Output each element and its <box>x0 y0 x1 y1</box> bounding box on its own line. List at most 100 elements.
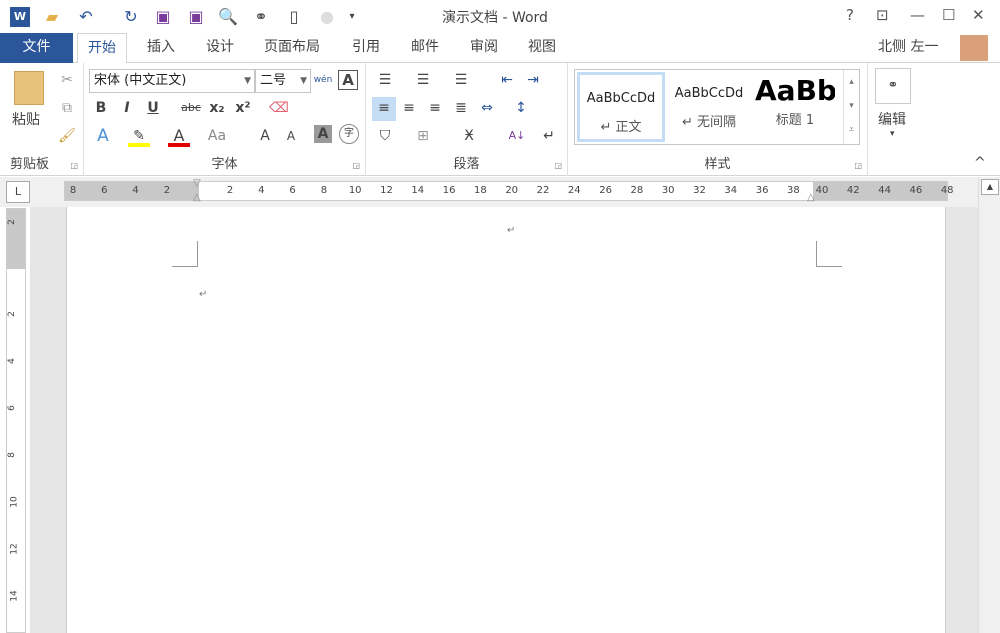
tab-review[interactable]: 审阅 <box>460 33 508 63</box>
help-button[interactable]: ? <box>846 6 854 24</box>
numbering-icon[interactable]: ☰ <box>412 69 434 91</box>
copy-icon[interactable]: ⧉ <box>56 97 78 119</box>
paste-icon[interactable] <box>14 71 44 105</box>
window-title: 演示文档 - Word <box>442 10 548 26</box>
chinese-layout-icon[interactable]: Ӿ <box>458 125 480 147</box>
user-name[interactable]: 北侧 左一 <box>868 33 948 63</box>
tab-design[interactable]: 设计 <box>196 33 244 63</box>
decrease-indent-icon[interactable]: ⇤ <box>496 69 518 91</box>
ruler-tick: 48 <box>940 185 954 196</box>
multilevel-list-icon[interactable]: ☰ <box>450 69 472 91</box>
change-case-button[interactable]: Aa <box>206 125 228 147</box>
document-page[interactable]: ↵ ↵ <box>66 207 946 633</box>
style-no-spacing[interactable]: AaBbCcDd ↵ 无间隔 <box>665 70 753 144</box>
open-folder-icon[interactable]: ▰ <box>42 7 62 27</box>
highlight-icon[interactable]: ✎ <box>128 125 150 147</box>
dialog-launcher-icon[interactable]: ◲ <box>854 161 862 170</box>
phonetic-guide-button[interactable]: wén <box>312 69 334 91</box>
ruler-tick: 6 <box>6 405 17 411</box>
save-icon[interactable]: ▣ <box>153 7 173 27</box>
borders-icon[interactable]: ⊞ <box>412 125 434 147</box>
ruler-tick: 2 <box>226 185 234 196</box>
close-icon[interactable]: ✕ <box>972 6 985 24</box>
find-binoculars-icon[interactable]: ⚭ <box>251 7 271 27</box>
save-as-icon[interactable]: ▣ <box>186 7 206 27</box>
distributed-icon[interactable]: ⇔ <box>476 97 498 119</box>
horizontal-ruler[interactable]: 8 6 4 2 2 4 6 8 10 12 14 16 18 20 22 24 26 28 30 32 34 36 38 40… <box>64 178 954 203</box>
left-indent-marker[interactable]: △ <box>193 192 201 203</box>
tab-home[interactable]: 开始 <box>77 33 127 64</box>
tab-references[interactable]: 引用 <box>342 33 390 63</box>
grow-font-button[interactable]: A <box>254 125 276 147</box>
underline-button[interactable]: U <box>142 97 164 119</box>
font-size-value: 二号 <box>260 73 287 88</box>
char-border-button[interactable]: A <box>338 70 358 90</box>
ruler-tick: 2 <box>163 185 171 196</box>
new-document-icon[interactable]: ▯ <box>284 7 304 27</box>
paragraph-mark[interactable]: ↵ <box>199 289 207 300</box>
shrink-font-button[interactable]: A <box>280 125 302 147</box>
editing-button[interactable]: 编辑 <box>878 109 906 129</box>
show-marks-icon[interactable]: ↵ <box>538 125 560 147</box>
maximize-icon[interactable]: ☐ <box>942 6 955 24</box>
right-indent-marker[interactable]: △ <box>807 192 815 203</box>
vertical-scrollbar[interactable]: ▲ <box>978 177 1000 633</box>
align-right-icon[interactable]: ≡ <box>424 97 446 119</box>
tab-insert[interactable]: 插入 <box>137 33 185 63</box>
align-center-icon[interactable]: ≡ <box>398 97 420 119</box>
shading-icon[interactable]: ⛉ <box>374 125 396 147</box>
collapse-ribbon-icon[interactable]: ^ <box>974 155 986 171</box>
paste-button[interactable]: 粘贴 <box>12 109 40 129</box>
subscript-button[interactable]: x₂ <box>206 97 228 119</box>
bullets-icon[interactable]: ☰ <box>374 69 396 91</box>
style-normal[interactable]: AaBbCcDd ↵ 正文 <box>577 72 665 142</box>
justify-icon[interactable]: ≣ <box>450 97 472 119</box>
paragraph-label: 段落 <box>453 157 480 172</box>
scroll-up-icon[interactable]: ▲ <box>981 179 999 195</box>
enclose-chars-button[interactable]: 字 <box>339 124 359 144</box>
superscript-button[interactable]: x² <box>232 97 254 119</box>
redo-icon[interactable]: ↻ <box>121 7 141 27</box>
format-painter-icon[interactable]: 🖌 <box>56 125 78 147</box>
strikethrough-button[interactable]: abc <box>178 97 204 119</box>
dialog-launcher-icon[interactable]: ◲ <box>70 161 78 170</box>
ruler-tick: 30 <box>661 185 675 196</box>
font-size-select[interactable]: 二号 ▼ <box>255 69 311 93</box>
find-binoculars-icon[interactable]: ⚭ <box>875 68 911 104</box>
customize-toolbar-icon[interactable]: ▾ <box>342 7 362 27</box>
vertical-ruler[interactable]: 2 2 4 6 8 10 12 14 <box>6 208 26 633</box>
font-color-button[interactable]: A <box>168 125 190 147</box>
chevron-down-icon[interactable]: ▾ <box>890 129 895 139</box>
dialog-launcher-icon[interactable]: ◲ <box>554 161 562 170</box>
tab-selector[interactable]: L <box>6 181 30 203</box>
ruler-tick: 10 <box>9 496 20 508</box>
ruler-tick: 4 <box>132 185 139 196</box>
sort-icon[interactable]: A↓ <box>506 125 528 147</box>
clear-formatting-icon[interactable]: ⌫ <box>268 97 290 119</box>
minimize-icon[interactable]: — <box>910 6 925 24</box>
tab-file[interactable]: 文件 <box>0 33 73 63</box>
align-left-icon[interactable]: ≡ <box>372 97 396 121</box>
increase-indent-icon[interactable]: ⇥ <box>522 69 544 91</box>
avatar[interactable] <box>960 35 988 61</box>
undo-icon[interactable]: ↶ <box>76 7 96 27</box>
print-preview-icon[interactable]: 🔍 <box>218 7 238 27</box>
char-shading-button[interactable]: A <box>314 125 332 143</box>
first-line-indent-marker[interactable]: ▽ <box>193 178 201 189</box>
style-heading-1[interactable]: AaBb 标题 1 <box>755 70 835 144</box>
ruler-tick: 8 <box>69 185 77 196</box>
dialog-launcher-icon[interactable]: ◲ <box>352 161 360 170</box>
italic-button[interactable]: I <box>116 97 138 119</box>
ribbon-display-icon[interactable]: ⊡ <box>876 6 889 24</box>
cut-icon[interactable]: ✂ <box>56 69 78 91</box>
font-name-select[interactable]: 宋体 (中文正文) ▼ <box>89 69 255 93</box>
ruler-tick: 12 <box>9 543 20 555</box>
tab-layout[interactable]: 页面布局 <box>254 33 330 63</box>
bold-button[interactable]: B <box>90 97 112 119</box>
text-effects-button[interactable]: A <box>92 125 114 147</box>
circle-icon[interactable]: ● <box>317 7 337 27</box>
gallery-scroll[interactable]: ▴ ▾ ⩡ <box>843 70 859 144</box>
tab-mailings[interactable]: 邮件 <box>401 33 449 63</box>
tab-view[interactable]: 视图 <box>518 33 566 63</box>
line-spacing-icon[interactable]: ↕ <box>510 97 532 119</box>
